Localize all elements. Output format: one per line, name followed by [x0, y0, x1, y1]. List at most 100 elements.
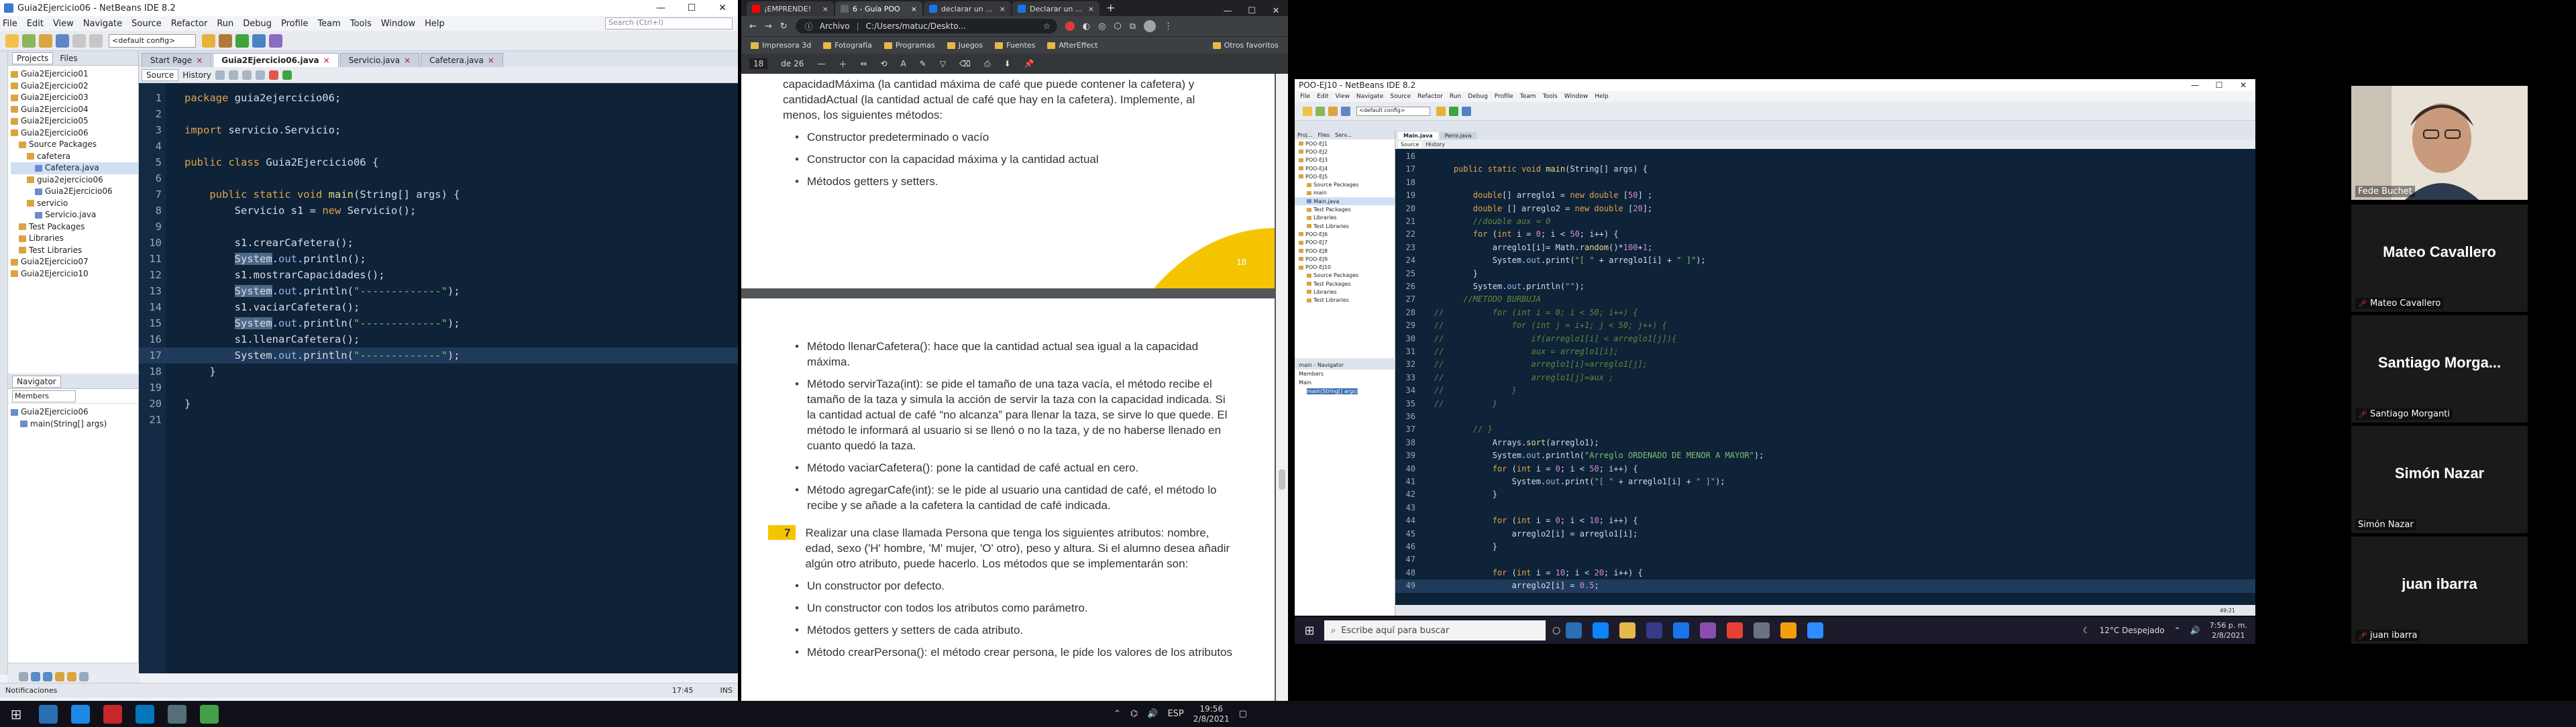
tree-item[interactable]: Guia2Ejercicio06: [11, 186, 138, 198]
close-icon[interactable]: ×: [488, 56, 494, 65]
profile-avatar[interactable]: [1144, 20, 1157, 32]
info-icon[interactable]: ⓘ: [805, 21, 813, 32]
participant-tile[interactable]: Simón Nazar Simón Nazar: [2351, 426, 2528, 533]
extension-icon[interactable]: ⬡: [1114, 21, 1121, 32]
build-icon[interactable]: [202, 34, 215, 48]
bookmark-folder[interactable]: Otros favoritos: [1212, 41, 1279, 50]
config-select[interactable]: <default config>: [109, 34, 196, 48]
editor-tab[interactable]: Guia2Ejercicio06.java ×: [213, 53, 339, 67]
editor-tab[interactable]: Cafetera.java ×: [421, 53, 503, 67]
filter-icon[interactable]: [43, 671, 52, 681]
clean-build-icon[interactable]: [219, 34, 232, 48]
highlight-icon[interactable]: ▽: [940, 59, 946, 68]
participant-tile[interactable]: juan ibarra 🎤︎ juan ibarra: [2351, 537, 2528, 644]
tree-item[interactable]: Guia2Ejercicio04: [11, 104, 138, 116]
tree-item[interactable]: Guia2Ejercicio02: [11, 80, 138, 93]
app-icon[interactable]: [71, 704, 90, 724]
new-tab-icon[interactable]: +: [1101, 1, 1120, 16]
redo-icon[interactable]: [89, 34, 103, 48]
menu-item-window[interactable]: Window: [381, 19, 415, 29]
close-icon[interactable]: ×: [404, 56, 411, 65]
menu-item-edit[interactable]: Edit: [27, 19, 44, 29]
tree-item[interactable]: Libraries: [11, 233, 138, 245]
tree-item[interactable]: Guia2Ejercicio03: [11, 92, 138, 104]
undo-icon[interactable]: [72, 34, 86, 48]
menu-item-source[interactable]: Source: [131, 19, 162, 29]
find-icon[interactable]: [241, 70, 252, 80]
back-icon[interactable]: ←: [749, 21, 757, 32]
filter-icon[interactable]: [19, 671, 28, 681]
pdf-page-input[interactable]: 18: [749, 58, 768, 69]
tree-item[interactable]: Guia2Ejercicio06: [11, 127, 138, 139]
windows-start-icon[interactable]: ⊞: [0, 706, 32, 722]
code-area[interactable]: 1 package guia2ejercicio06; 2 3 import servi…: [139, 83, 738, 673]
forward-icon[interactable]: [228, 70, 238, 80]
tree-item[interactable]: Guia2Ejercicio10: [11, 268, 138, 280]
erase-icon[interactable]: ⌫: [959, 59, 971, 68]
run-macro-icon[interactable]: [282, 70, 292, 80]
rotate-icon[interactable]: ⟲: [880, 59, 887, 68]
tree-item[interactable]: guia2ejercicio06: [11, 174, 138, 186]
navigator-members-select[interactable]: Members: [12, 390, 76, 402]
stop-macro-icon[interactable]: [268, 70, 278, 80]
tree-item[interactable]: servicio: [11, 198, 138, 210]
editor-tab[interactable]: Servicio.java ×: [339, 53, 420, 67]
chevron-up-icon[interactable]: ⌃: [1114, 709, 1121, 719]
pdf-scrollbar[interactable]: [1276, 74, 1288, 701]
tree-item[interactable]: Guia2Ejercicio07: [11, 256, 138, 268]
close-icon[interactable]: ×: [822, 5, 828, 13]
menu-item-team[interactable]: Team: [317, 19, 340, 29]
menu-item-debug[interactable]: Debug: [243, 19, 272, 29]
new-project-icon[interactable]: [5, 34, 19, 48]
tab-files[interactable]: Files: [60, 54, 77, 63]
maximize-icon[interactable]: ☐: [1240, 6, 1264, 16]
profile-icon[interactable]: [269, 34, 282, 48]
tab-history[interactable]: History: [182, 70, 211, 80]
run-icon[interactable]: [235, 34, 249, 48]
participant-tile[interactable]: Fede Buchet: [2351, 86, 2528, 200]
tab-source[interactable]: Source: [142, 68, 179, 81]
bookmark-folder[interactable]: Fotografía: [823, 41, 872, 50]
participant-tile[interactable]: Santiago Morga... 🎤︎ Santiago Morganti: [2351, 315, 2528, 423]
browser-tab[interactable]: ¡EMPRENDE! ×: [747, 1, 834, 16]
menu-item-tools[interactable]: Tools: [350, 19, 372, 29]
bookmark-star-icon[interactable]: ☆: [1043, 21, 1051, 31]
nb-search-input[interactable]: Search (Ctrl+I): [605, 17, 733, 30]
notifications-label[interactable]: Notificaciones: [5, 686, 57, 695]
app-icon[interactable]: [103, 704, 122, 724]
filter-icon[interactable]: [79, 671, 89, 681]
close-icon[interactable]: ×: [911, 5, 917, 13]
menu-item-view[interactable]: View: [53, 19, 74, 29]
url-field[interactable]: ⓘ Archivo | C:/Users/matuc/Deskto... ☆: [795, 19, 1057, 34]
scroll-thumb[interactable]: [1279, 469, 1285, 490]
volume-icon[interactable]: 🔊: [1147, 709, 1158, 719]
network-icon[interactable]: ⌬: [1130, 709, 1138, 719]
open-project-icon[interactable]: [39, 34, 52, 48]
clock[interactable]: 19:56 2/8/2021: [1193, 704, 1230, 724]
filter-icon[interactable]: [55, 671, 64, 681]
app-icon[interactable]: [136, 704, 154, 724]
tree-item[interactable]: Guia2Ejercicio05: [11, 115, 138, 127]
extension-icon[interactable]: [1065, 21, 1075, 31]
back-icon[interactable]: [215, 70, 225, 80]
fit-icon[interactable]: ⇔: [860, 59, 867, 68]
close-icon[interactable]: ×: [323, 56, 330, 65]
tree-item[interactable]: Test Packages: [11, 221, 138, 233]
language-indicator[interactable]: ESP: [1167, 709, 1183, 719]
tree-item[interactable]: Test Libraries: [11, 245, 138, 257]
extension-icon[interactable]: ◎: [1098, 21, 1106, 32]
zoom-out-icon[interactable]: —: [817, 59, 825, 68]
collections-icon[interactable]: ⧉: [1130, 21, 1136, 32]
bookmark-folder[interactable]: Programas: [883, 41, 935, 50]
navigator-item[interactable]: main(String[] args): [11, 418, 138, 431]
minimize-icon[interactable]: —: [1216, 6, 1240, 16]
participant-tile[interactable]: Mateo Cavallero 🎤︎ Mateo Cavallero: [2351, 205, 2528, 312]
close-icon[interactable]: ✕: [1264, 6, 1288, 16]
debug-icon[interactable]: [252, 34, 266, 48]
save-all-icon[interactable]: [56, 34, 69, 48]
filter-icon[interactable]: [67, 671, 76, 681]
zoom-in-icon[interactable]: ＋: [839, 58, 847, 70]
editor-tab[interactable]: Start Page ×: [142, 53, 212, 67]
minimize-icon[interactable]: —: [645, 3, 676, 13]
browser-tab[interactable]: 6 - Guía POO ×: [835, 1, 922, 16]
